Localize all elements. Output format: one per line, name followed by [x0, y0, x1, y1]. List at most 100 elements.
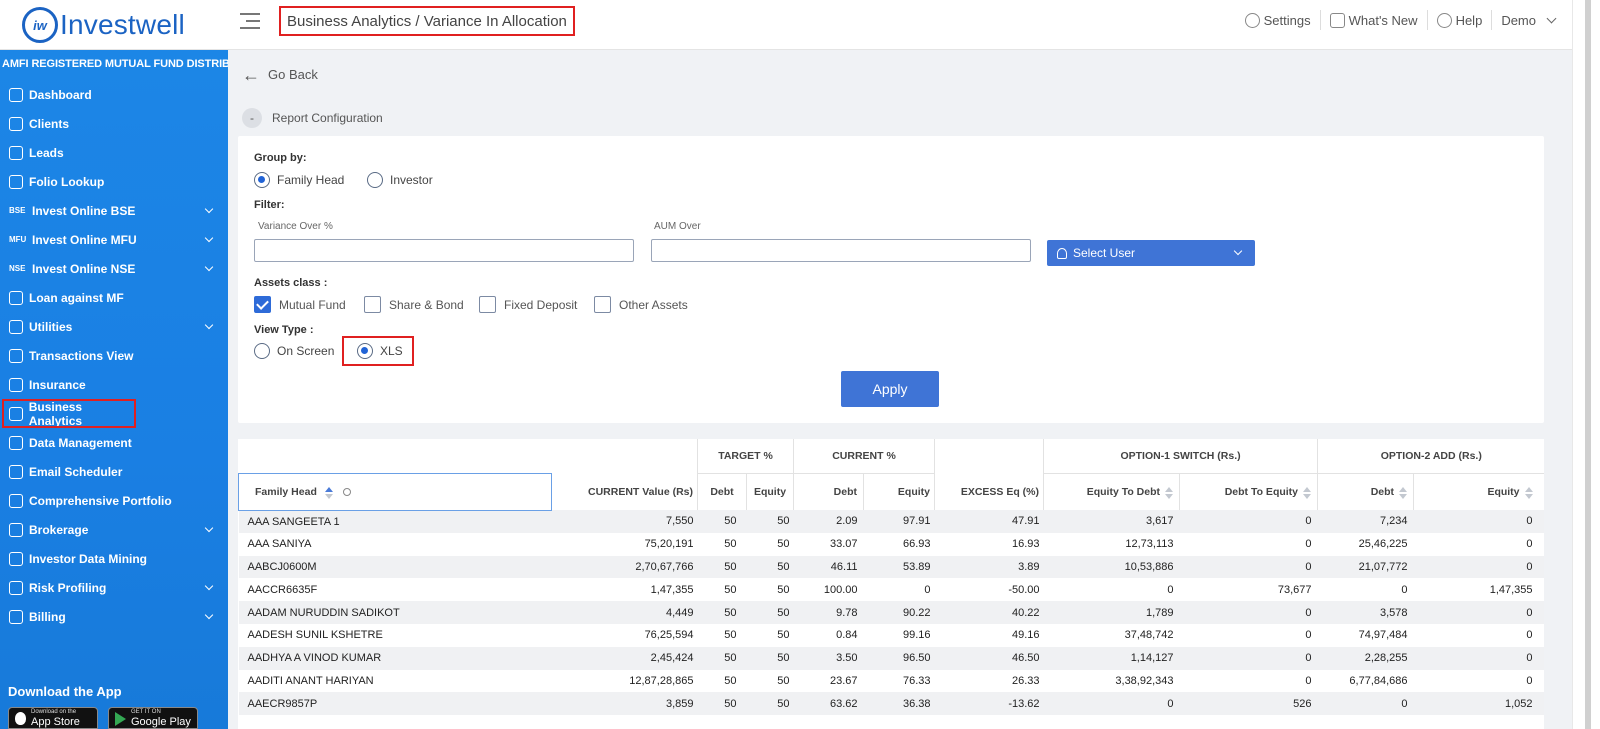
- chevron-down-icon[interactable]: [204, 523, 214, 533]
- sort-icon[interactable]: [1303, 486, 1312, 499]
- radio-xls[interactable]: XLS: [357, 343, 403, 359]
- chevron-down-icon[interactable]: [204, 320, 214, 330]
- checkbox-fixed-deposit[interactable]: Fixed Deposit: [479, 296, 577, 313]
- variance-input[interactable]: [254, 239, 634, 262]
- page-scrollbar[interactable]: [1572, 0, 1600, 729]
- chevron-down-icon[interactable]: [204, 233, 214, 243]
- chevron-down-icon[interactable]: [204, 581, 214, 591]
- checkbox-other-assets[interactable]: Other Assets: [594, 296, 688, 313]
- value-cell: 37,48,742: [1124, 629, 1174, 642]
- sidebar-item-email-scheduler[interactable]: Email Scheduler: [0, 457, 228, 486]
- sort-icon[interactable]: [1524, 486, 1533, 499]
- radio-family-head[interactable]: Family Head: [254, 172, 344, 188]
- sidebar-item-loan-against-mf[interactable]: Loan against MF: [0, 283, 228, 312]
- family-head-cell: AADESH SUNIL KSHETRE: [247, 629, 383, 642]
- value-cell: 2,28,255: [1317, 646, 1414, 670]
- sort-icon[interactable]: [1399, 486, 1408, 499]
- table-row[interactable]: AABCJ0600M 2,70,67,766 50 50 46.11 53.89 3.89 1…: [238, 555, 1544, 579]
- sidebar-item-business-analytics[interactable]: Business Analytics: [2, 399, 136, 428]
- sidebar-item-risk-profiling[interactable]: Risk Profiling: [0, 573, 228, 602]
- value-cell: 0: [1305, 674, 1312, 687]
- sidebar-item-leads[interactable]: Leads: [0, 138, 228, 167]
- select-user-dropdown[interactable]: Select User: [1047, 240, 1255, 266]
- arrow-left-icon: ←: [242, 64, 260, 85]
- value-cell: 2,45,424: [551, 646, 698, 670]
- column-equity-to-debt[interactable]: Equity To Debt: [1043, 472, 1180, 510]
- sidebar-item-label: Comprehensive Portfolio: [29, 493, 172, 508]
- sidebar-item-billing[interactable]: Billing: [0, 602, 228, 631]
- value-cell: 1,052: [1413, 692, 1544, 716]
- sidebar-item-invest-online-bse[interactable]: BSE Invest Online BSE: [0, 196, 228, 225]
- sidebar-item-dashboard[interactable]: Dashboard: [0, 80, 228, 109]
- sort-asc-icon[interactable]: [324, 486, 333, 499]
- sidebar-item-data-management[interactable]: Data Management: [0, 428, 228, 457]
- table-row[interactable]: AADHYA A VINOD KUMAR 2,45,424 50 50 3.50 96.5…: [238, 646, 1544, 670]
- sidebar-item-investor-data-mining[interactable]: Investor Data Mining: [0, 544, 228, 573]
- table-row[interactable]: AACCR6635F 1,47,355 50 50 100.00 0 -50.00 0 73,6…: [239, 578, 1545, 601]
- logo[interactable]: iw Investwell: [22, 7, 185, 43]
- value-cell: 3.50: [793, 646, 864, 670]
- gear-icon: [1244, 12, 1260, 28]
- chevron-down-icon[interactable]: [204, 204, 214, 214]
- value-cell: 7,550: [551, 510, 698, 533]
- sort-icon[interactable]: [1165, 486, 1174, 499]
- scrollbar-thumb[interactable]: [1585, 0, 1591, 729]
- column-option2-equity[interactable]: Equity: [1413, 472, 1544, 510]
- go-back-link[interactable]: ← Go Back: [242, 64, 318, 85]
- table-row[interactable]: AAA SANGEETA 1 7,550 50 50 2.09 97.91 47.91 3,6…: [238, 510, 1544, 533]
- sidebar-item-transactions-view[interactable]: Transactions View: [0, 341, 228, 370]
- aum-input[interactable]: [651, 239, 1031, 262]
- sidebar-item-brokerage[interactable]: Brokerage: [0, 515, 228, 544]
- table-row[interactable]: AAA SANIYA 75,20,191 50 50 33.07 66.93 16.93 12…: [239, 533, 1545, 556]
- sidebar-item-label: Leads: [29, 145, 64, 160]
- help-link[interactable]: Help: [1428, 10, 1493, 30]
- column-family-head[interactable]: Family Head: [238, 472, 552, 511]
- app-store-badge[interactable]: Download on the App Store: [8, 707, 98, 729]
- value-cell: 75,20,191: [644, 538, 694, 551]
- table-row[interactable]: AADESH SUNIL KSHETRE 76,25,594 50 50 0.84 99.…: [239, 624, 1545, 647]
- sidebar-item-clients[interactable]: Clients: [0, 109, 228, 138]
- google-play-badge[interactable]: GET IT ON Google Play: [108, 707, 198, 729]
- column-debt-to-equity[interactable]: Debt To Equity: [1179, 472, 1318, 510]
- value-cell: 2.09: [793, 510, 864, 533]
- loan-icon: [9, 290, 23, 305]
- radio-investor[interactable]: Investor: [367, 172, 433, 188]
- sidebar-item-insurance[interactable]: Insurance: [0, 370, 228, 399]
- sidebar-item-invest-online-nse[interactable]: NSE Invest Online NSE: [0, 254, 228, 283]
- leads-icon: [9, 145, 23, 160]
- column-option2-debt[interactable]: Debt: [1317, 472, 1414, 510]
- search-icon[interactable]: [342, 487, 351, 496]
- whats-new-link[interactable]: What's New: [1321, 10, 1428, 30]
- value-cell: 25,46,225: [1358, 538, 1408, 551]
- variance-label: Variance Over %: [258, 221, 333, 232]
- report-config-toggle[interactable]: - Report Configuration: [242, 108, 383, 128]
- value-cell: 3.89: [934, 555, 1044, 579]
- user-menu[interactable]: Demo: [1492, 10, 1564, 30]
- apply-button[interactable]: Apply: [841, 371, 939, 407]
- chevron-down-icon[interactable]: [204, 610, 214, 620]
- radio-on-screen[interactable]: On Screen: [254, 343, 334, 359]
- settings-link[interactable]: Settings: [1236, 10, 1321, 30]
- value-cell: 0: [1167, 583, 1174, 596]
- value-cell: 1,14,127: [1043, 646, 1180, 670]
- hamburger-menu-icon[interactable]: [240, 13, 260, 31]
- table-row[interactable]: AADAM NURUDDIN SADIKOT 4,449 50 50 9.78 90.22…: [238, 601, 1544, 624]
- sidebar-item-utilities[interactable]: Utilities: [0, 312, 228, 341]
- radio-unchecked-icon: [367, 172, 383, 188]
- value-cell: 0: [1179, 555, 1318, 579]
- value-cell: 16.93: [1011, 538, 1040, 551]
- sidebar-item-folio-lookup[interactable]: Folio Lookup: [0, 167, 228, 196]
- value-cell: 3,38,92,343: [1115, 674, 1174, 687]
- sidebar-item-comprehensive-portfolio[interactable]: Comprehensive Portfolio: [0, 486, 228, 515]
- table-row[interactable]: AAECR9857P 3,859 50 50 63.62 36.38 -13.62 0 526 0…: [238, 692, 1544, 716]
- checkbox-share-bond[interactable]: Share & Bond: [364, 296, 464, 313]
- table-row[interactable]: AADITI ANANT HARIYAN 12,87,28,865 50 50 23.6…: [239, 670, 1545, 693]
- value-cell: 73,677: [1277, 583, 1312, 596]
- value-cell: 50: [724, 583, 737, 596]
- value-cell: 47.91: [934, 510, 1044, 533]
- help-label: Help: [1455, 12, 1483, 28]
- checkbox-mutual-fund[interactable]: Mutual Fund: [254, 296, 346, 313]
- chevron-down-icon[interactable]: [204, 262, 214, 272]
- sidebar-item-invest-online-mfu[interactable]: MFU Invest Online MFU: [0, 225, 228, 254]
- value-cell: 76,25,594: [644, 629, 694, 642]
